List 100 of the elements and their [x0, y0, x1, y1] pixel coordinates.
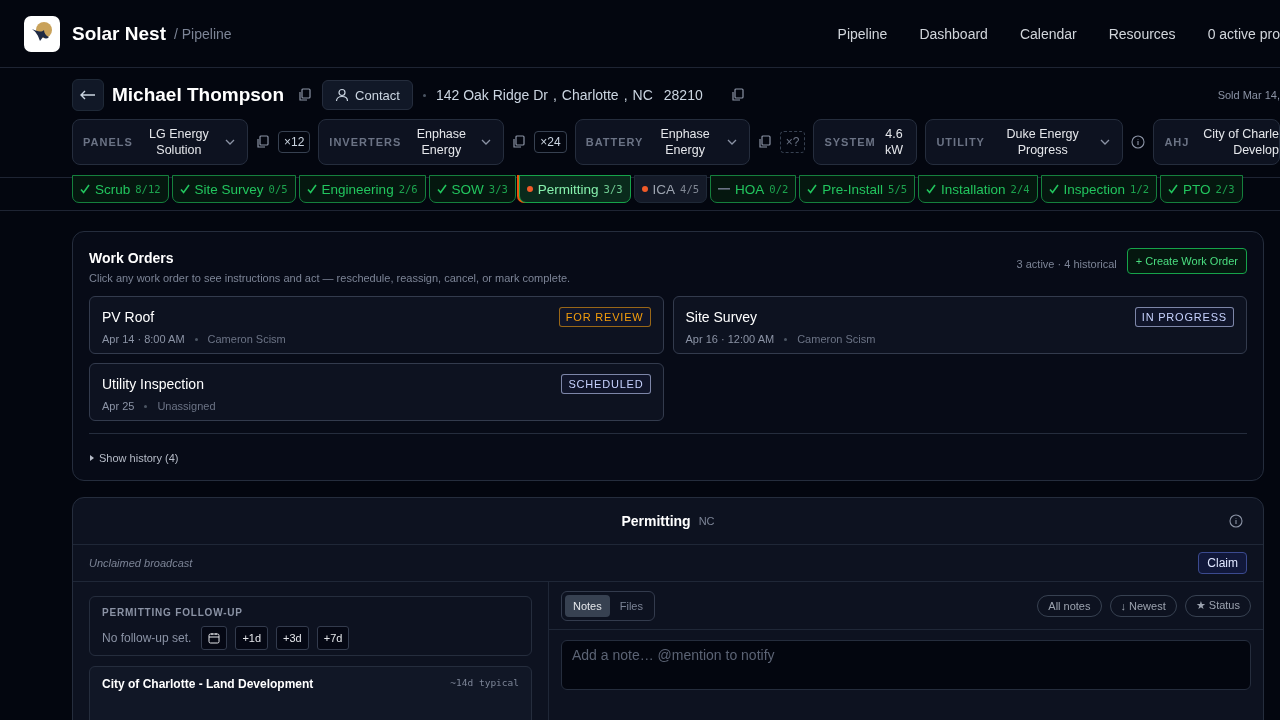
status-badge: SCHEDULED — [561, 374, 651, 394]
check-icon — [1168, 184, 1179, 194]
stage-tab[interactable]: Scrub 8/12 — [72, 175, 169, 203]
back-arrow-icon — [80, 90, 96, 100]
status-badge: IN PROGRESS — [1134, 307, 1234, 327]
chevron-icon — [481, 139, 492, 145]
nav-link[interactable]: Dashboard — [919, 25, 988, 42]
contact-button[interactable]: Contact — [322, 80, 413, 110]
person-icon — [335, 88, 350, 102]
logo-icon — [24, 15, 60, 52]
separator-dot — [422, 93, 426, 97]
section-title: Work Orders — [89, 250, 175, 266]
work-order-summary: 3 active · 4 historical — [1016, 258, 1117, 270]
nav-link[interactable]: 0 active pro — [1207, 25, 1280, 42]
tab[interactable]: Notes — [565, 594, 610, 617]
copy-icon[interactable] — [730, 88, 745, 102]
claim-button[interactable]: Claim — [1198, 552, 1247, 574]
customer-name: Michael Thompson — [112, 84, 285, 106]
check-icon — [926, 184, 937, 194]
back-button[interactable] — [72, 79, 104, 111]
check-icon — [80, 184, 90, 194]
stage-tab[interactable]: Engineering 2/6 — [298, 175, 426, 203]
separator-dot — [144, 404, 148, 408]
follow-up-label: PERMITTING FOLLOW-UP — [102, 607, 244, 618]
quantity-tag: ×12 — [278, 131, 311, 153]
state-code: NC — [698, 515, 715, 527]
work-order-card[interactable]: Site Survey IN PROGRESS Apr 16 · 12:00 AM Cameron Scism — [672, 296, 1247, 354]
stage-tab[interactable]: Installation 2/4 — [918, 175, 1038, 203]
show-history-toggle[interactable]: Show history (4) — [89, 452, 179, 464]
stage-tab[interactable]: Inspection 1/2 — [1040, 175, 1158, 203]
tab[interactable]: Files — [611, 594, 651, 617]
address-text: 28210 — [663, 87, 703, 103]
quantity-tag: ×? — [779, 131, 806, 153]
stage-tab[interactable]: ICA 4/5 — [633, 175, 708, 203]
copy-icon[interactable] — [298, 88, 313, 102]
check-icon — [436, 184, 447, 194]
calendar-button[interactable] — [201, 626, 228, 650]
check-icon — [179, 184, 190, 194]
info-icon[interactable] — [1229, 514, 1243, 528]
equipment-dropdown[interactable]: PANELS LG Energy Solution — [72, 119, 248, 165]
stage-tab[interactable]: Permitting 3/3 — [518, 175, 631, 203]
stage-tab[interactable]: Site Survey 0/5 — [171, 175, 296, 203]
copy-icon[interactable] — [757, 135, 772, 149]
equipment-field: AHJ City of Charle Develop — [1153, 119, 1280, 165]
check-icon — [807, 184, 818, 194]
assignee-text: Cameron Scism — [207, 333, 286, 345]
app-title: Solar Nest — [72, 22, 166, 45]
sold-date: Sold Mar 14, — [1217, 89, 1280, 101]
panel-title: Permitting — [621, 513, 691, 529]
quick-date-button[interactable]: +7d — [316, 626, 350, 650]
assignee-text: Cameron Scism — [797, 333, 876, 345]
address-text: , — [552, 87, 557, 103]
caret-icon — [89, 455, 95, 461]
address-text: 142 Oak Ridge Dr — [435, 87, 548, 103]
nav-link[interactable]: Pipeline — [837, 25, 888, 42]
chevron-icon — [225, 139, 235, 145]
address-text: Charlotte — [561, 87, 619, 103]
typical-duration: ~14d typical — [450, 677, 519, 688]
stage-tab[interactable]: Pre-Install 5/5 — [799, 175, 916, 203]
nav-link[interactable]: Calendar — [1019, 25, 1077, 42]
work-order-card[interactable]: PV Roof FOR REVIEW Apr 14 · 8:00 AM Cameron Scism — [89, 296, 664, 354]
dash-icon — [718, 188, 731, 190]
nav-link[interactable]: Resources — [1108, 25, 1176, 42]
address-text: NC — [632, 87, 653, 103]
equipment-dropdown[interactable]: BATTERY Enphase Energy — [574, 119, 750, 165]
status-dot-icon — [526, 186, 533, 192]
quick-date-button[interactable]: +3d — [276, 626, 309, 650]
work-order-title: PV Roof — [102, 309, 155, 325]
copy-icon[interactable] — [512, 135, 527, 149]
stage-tab[interactable]: HOA 0/2 — [710, 175, 797, 203]
work-order-card[interactable]: Utility Inspection SCHEDULED Apr 25 Unassigned — [89, 363, 664, 421]
quick-date-button[interactable]: +1d — [235, 626, 269, 650]
calendar-icon — [208, 632, 221, 644]
check-icon — [306, 184, 317, 194]
broadcast-status: Unclaimed broadcast — [89, 557, 193, 569]
work-order-title: Utility Inspection — [102, 376, 204, 392]
work-order-time: Apr 14 · 8:00 AM — [102, 333, 185, 345]
quantity-tag: ×24 — [534, 131, 567, 153]
copy-icon[interactable] — [256, 135, 270, 149]
status-badge: FOR REVIEW — [558, 307, 651, 327]
follow-up-text: No follow-up set. — [102, 631, 192, 645]
chevron-icon — [1100, 139, 1111, 145]
address-text: , — [623, 87, 628, 103]
stage-tab[interactable]: PTO 2/3 — [1160, 175, 1243, 203]
info-icon[interactable] — [1131, 135, 1146, 149]
stage-tab[interactable]: SOW 3/3 — [428, 175, 516, 203]
equipment-dropdown[interactable]: UTILITY Duke Energy Progress — [925, 119, 1124, 165]
chevron-icon — [726, 139, 737, 145]
work-order-title: Site Survey — [685, 309, 758, 325]
assignee-text: Unassigned — [157, 400, 216, 412]
permit-card[interactable]: City of Charlotte - Land Development ~14d typical — [89, 666, 532, 720]
create-work-order-button[interactable]: + Create Work Order — [1126, 248, 1247, 274]
separator-dot — [194, 337, 198, 341]
work-order-time: Apr 16 · 12:00 AM — [685, 333, 775, 345]
permit-name: City of Charlotte - Land Development — [102, 677, 314, 691]
note-input[interactable]: Add a note… @mention to notify — [561, 640, 1251, 690]
status-dot-icon — [641, 186, 648, 192]
check-icon — [1048, 184, 1059, 194]
equipment-dropdown[interactable]: INVERTERS Enphase Energy — [318, 119, 505, 165]
section-subtitle: Click any work order to see instructions and act — reschedule, reassign, cancel, or mark complete. — [89, 272, 571, 284]
